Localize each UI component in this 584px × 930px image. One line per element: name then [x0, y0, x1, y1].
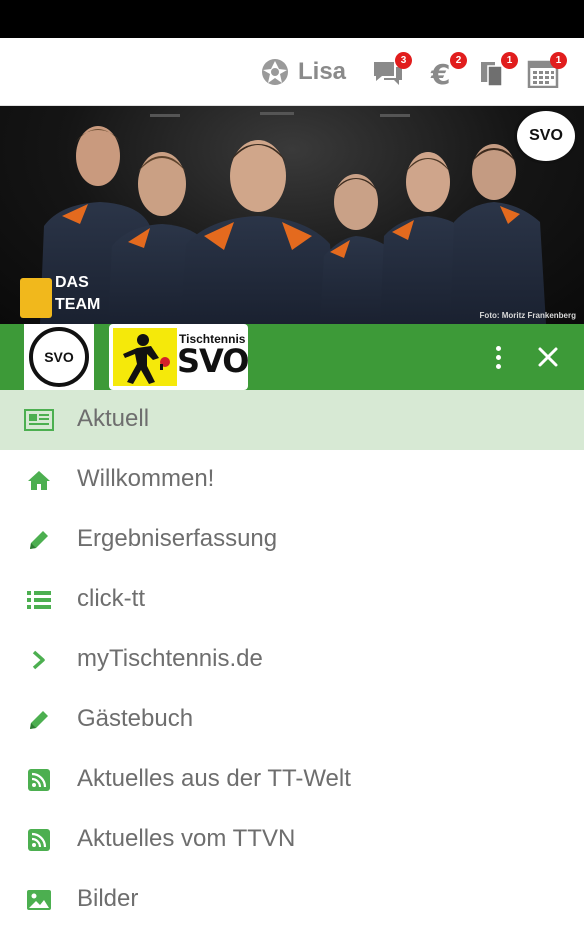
menu-item-tt-welt[interactable]: Aktuelles aus der TT-Welt [0, 750, 584, 810]
team-banner-image: SVO DAS TEAM Foto: Moritz Frankenberg [0, 106, 584, 324]
team-badge-icon [20, 278, 52, 318]
close-icon [538, 347, 558, 367]
more-options-button[interactable] [484, 341, 512, 373]
calendar-badge: 1 [550, 52, 567, 69]
tischtennis-svo-logo[interactable]: Tischtennis SVO [109, 324, 248, 390]
user-logo-icon [262, 59, 288, 85]
photo-credit: Foto: Moritz Frankenberg [479, 311, 576, 320]
menu-item-label: Ergebniserfassung [77, 525, 278, 552]
payments-badge: 2 [450, 52, 467, 69]
menu-item-label: Bilder [77, 885, 139, 912]
tt-logo-big-text: SVO [177, 342, 248, 380]
more-dot-icon [495, 363, 501, 369]
pencil-icon [24, 527, 54, 553]
chat-button[interactable]: 3 [372, 52, 412, 88]
user-account[interactable]: Lisa [260, 56, 346, 88]
menu-item-aktuell[interactable]: Aktuell [0, 390, 584, 450]
svo-club-logo[interactable]: SVO [24, 324, 94, 390]
menu-item-ttvn[interactable]: Aktuelles vom TTVN [0, 810, 584, 870]
menu-item-mytischtennis[interactable]: myTischtennis.de [0, 630, 584, 690]
svg-text:€: € [430, 58, 450, 88]
home-icon [24, 467, 54, 493]
menu-item-label: Aktuell [77, 405, 150, 432]
menu-item-gaestebuch[interactable]: Gästebuch [0, 690, 584, 750]
menu-item-label: Aktuelles aus der TT-Welt [77, 765, 351, 792]
user-name: Lisa [298, 58, 347, 85]
table-tennis-player-icon [113, 328, 177, 386]
calendar-button[interactable]: 1 [527, 52, 567, 89]
svo-logo-ring: SVO [29, 327, 89, 387]
menu-item-label: Gästebuch [77, 705, 194, 732]
club-header-bar: SVO Tischtennis SVO [0, 324, 584, 390]
payments-button[interactable]: € 2 [427, 52, 467, 91]
corner-logo-text: SVO [529, 127, 563, 144]
navigation-menu: Aktuell Willkommen! Ergebniserfassung cl… [0, 390, 584, 930]
team-label: DAS TEAM [55, 272, 100, 316]
menu-item-label: click-tt [77, 585, 145, 612]
image-icon [24, 887, 54, 913]
status-bar [0, 0, 584, 38]
menu-item-label: myTischtennis.de [77, 645, 263, 672]
menu-item-click-tt[interactable]: click-tt [0, 570, 584, 630]
chevron-right-icon [24, 647, 54, 673]
menu-item-bilder[interactable]: Bilder [0, 870, 584, 930]
menu-item-ergebniserfassung[interactable]: Ergebniserfassung [0, 510, 584, 570]
club-corner-logo: SVO [514, 108, 578, 164]
menu-item-label: Willkommen! [77, 465, 215, 492]
rss-icon [24, 767, 54, 793]
menu-item-label: Aktuelles vom TTVN [77, 825, 296, 852]
list-icon [24, 587, 54, 613]
more-dot-icon [495, 345, 501, 351]
svo-logo-text: SVO [44, 349, 74, 365]
menu-item-willkommen[interactable]: Willkommen! [0, 450, 584, 510]
newspaper-icon [24, 407, 54, 433]
team-label-line2: TEAM [55, 296, 101, 313]
team-label-line1: DAS [55, 274, 89, 291]
top-app-bar: Lisa 3 € 2 1 1 [0, 38, 584, 106]
rss-icon [24, 827, 54, 853]
chat-badge: 3 [395, 52, 412, 69]
documents-button[interactable]: 1 [478, 52, 518, 88]
pencil-icon [24, 707, 54, 733]
close-button[interactable] [532, 341, 564, 373]
more-dot-icon [495, 354, 501, 360]
documents-badge: 1 [501, 52, 518, 69]
